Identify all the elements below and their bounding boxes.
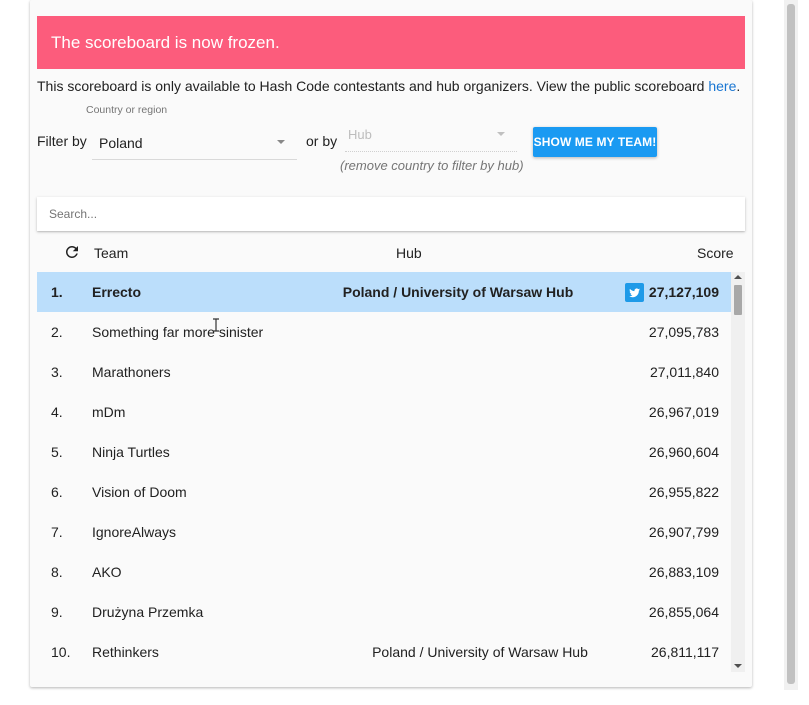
rank-cell: 1.	[51, 284, 63, 300]
frozen-banner: The scoreboard is now frozen.	[37, 16, 745, 69]
access-notice: This scoreboard is only available to Has…	[37, 77, 740, 95]
table-row[interactable]: 1. Errecto Poland / University of Warsaw…	[37, 272, 731, 312]
hub-cell: Poland / University of Warsaw Hub	[342, 284, 574, 300]
or-by-label: or by	[306, 133, 338, 149]
team-cell: Errecto	[92, 284, 142, 300]
score-cell: 26,955,822	[648, 484, 719, 500]
team-cell: AKO	[92, 564, 122, 580]
score-cell: 26,960,604	[648, 444, 719, 460]
team-column-header[interactable]: Team	[94, 245, 128, 261]
table-row[interactable]: 8. AKO 26,883,109	[37, 552, 731, 592]
notice-suffix: .	[736, 78, 741, 94]
score-cell: 26,967,019	[648, 404, 719, 420]
team-cell: mDm	[92, 404, 126, 420]
score-cell: 26,883,109	[648, 564, 719, 580]
table-row[interactable]: 10. Rethinkers Poland / University of Wa…	[37, 632, 731, 672]
search-box	[37, 197, 745, 231]
country-caption: Country or region	[86, 104, 168, 116]
table-row[interactable]: 3. Marathoners 27,011,840	[37, 352, 731, 392]
score-cell: 26,855,064	[648, 604, 719, 620]
filter-by-label: Filter by	[37, 133, 87, 149]
twitter-icon[interactable]	[625, 283, 644, 302]
score-cell: 27,127,109	[648, 284, 719, 300]
country-select[interactable]: Poland	[92, 126, 297, 160]
team-cell: Vision of Doom	[92, 484, 187, 500]
refresh-icon[interactable]	[63, 243, 81, 261]
notice-text: This scoreboard is only available to Has…	[37, 78, 709, 94]
table-row[interactable]: 2. Something far more sinister 27,095,78…	[37, 312, 731, 352]
chevron-down-icon	[277, 140, 285, 144]
table-row[interactable]: 9. Drużyna Przemka 26,855,064	[37, 592, 731, 632]
search-input[interactable]	[49, 197, 729, 231]
score-cell: 27,011,840	[649, 364, 719, 380]
table-scroll-thumb[interactable]	[734, 285, 742, 315]
table-row[interactable]: 4. mDm 26,967,019	[37, 392, 731, 432]
table-row[interactable]: 6. Vision of Doom 26,955,822	[37, 472, 731, 512]
rank-cell: 10.	[51, 644, 71, 660]
team-cell: Rethinkers	[92, 644, 159, 660]
team-cell: Ninja Turtles	[92, 444, 170, 460]
rank-cell: 8.	[51, 564, 63, 580]
score-cell: 26,907,799	[648, 524, 719, 540]
hub-hint: (remove country to filter by hub)	[340, 158, 524, 173]
hub-column-header[interactable]: Hub	[396, 245, 422, 261]
table-scrollbar[interactable]	[731, 272, 745, 672]
team-cell: IgnoreAlways	[92, 524, 177, 540]
text-cursor-icon	[213, 318, 219, 332]
rank-cell: 3.	[51, 364, 63, 380]
team-cell: Drużyna Przemka	[92, 604, 204, 620]
scroll-up-arrow-icon[interactable]	[734, 275, 742, 279]
scroll-down-arrow-icon[interactable]	[734, 664, 742, 668]
score-cell: 26,811,117	[651, 644, 719, 660]
page-scrollbar[interactable]	[784, 0, 798, 690]
table-row[interactable]: 5. Ninja Turtles 26,960,604	[37, 432, 731, 472]
scoreboard-table: 1. Errecto Poland / University of Warsaw…	[37, 272, 745, 672]
page-scroll-thumb[interactable]	[787, 4, 795, 684]
hub-select[interactable]: Hub	[345, 120, 517, 152]
rank-cell: 6.	[51, 484, 63, 500]
rank-cell: 2.	[51, 324, 63, 340]
team-cell: Something far more sinister	[92, 324, 264, 340]
team-cell: Marathoners	[92, 364, 171, 380]
table-row[interactable]: 7. IgnoreAlways 26,907,799	[37, 512, 731, 552]
show-my-team-button[interactable]: SHOW ME MY TEAM!	[533, 127, 657, 157]
public-scoreboard-link[interactable]: here	[708, 78, 736, 94]
score-column-header[interactable]: Score	[697, 245, 734, 261]
hub-placeholder: Hub	[348, 127, 372, 142]
rank-cell: 4.	[51, 404, 63, 420]
rank-cell: 9.	[51, 604, 63, 620]
hub-cell: Poland / University of Warsaw Hub	[372, 644, 588, 660]
score-cell: 27,095,783	[648, 324, 719, 340]
chevron-down-icon	[497, 132, 505, 136]
rank-cell: 7.	[51, 524, 63, 540]
rank-cell: 5.	[51, 444, 63, 460]
country-value: Poland	[99, 135, 143, 151]
